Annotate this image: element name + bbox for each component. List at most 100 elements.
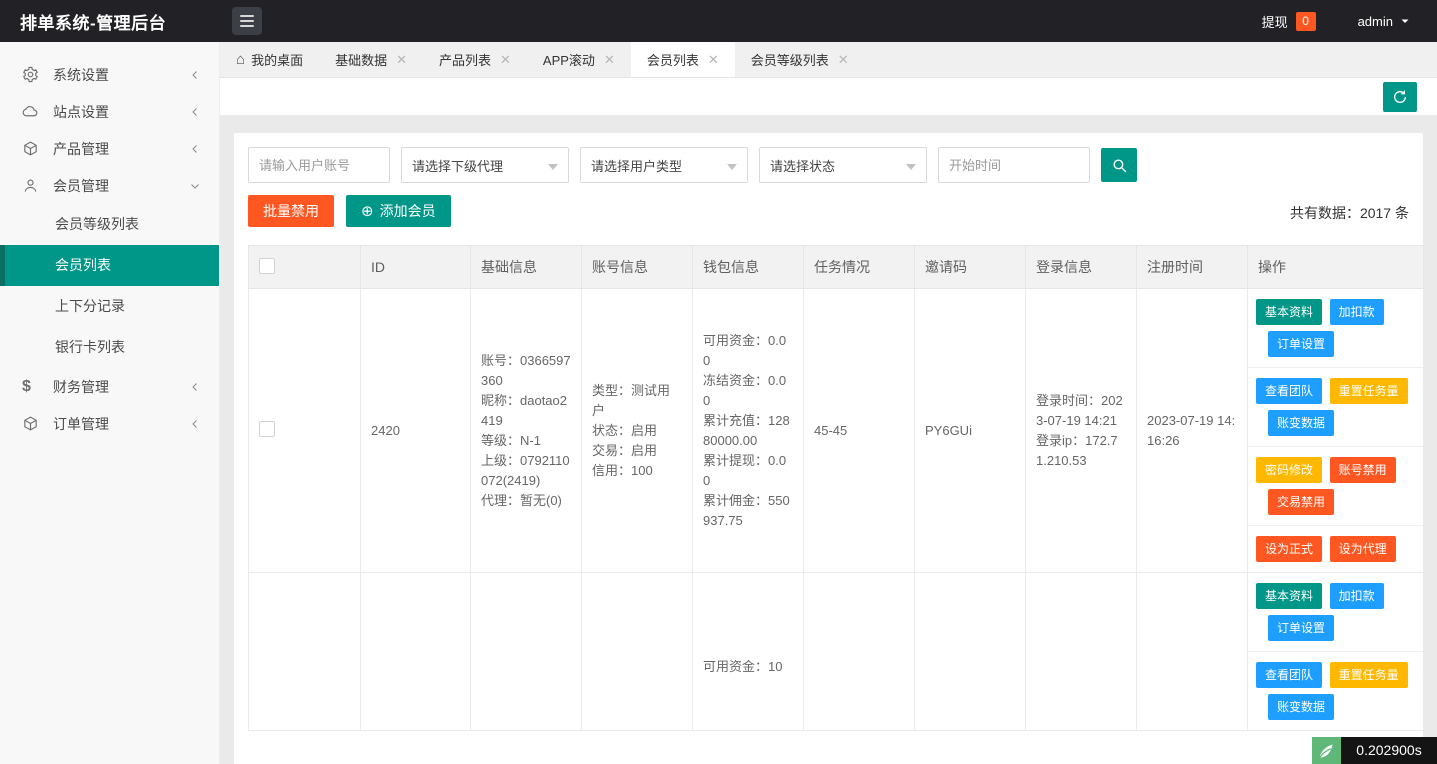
sidebar-item-member-management[interactable]: 会员管理 xyxy=(0,167,219,204)
withdraw-menu[interactable]: 提现 0 xyxy=(1262,11,1316,31)
tab-member-list[interactable]: 会员列表 ✕ xyxy=(630,42,735,77)
caret-down-icon xyxy=(727,164,737,170)
select-all-checkbox[interactable] xyxy=(259,257,275,274)
chevron-left-icon xyxy=(189,143,201,155)
reset-task-button[interactable]: 重置任务量 xyxy=(1329,662,1408,688)
close-icon[interactable]: ✕ xyxy=(838,52,849,68)
table-row: 可用资金：10 基本资料 加扣款 订单设置 查看团队 重置任务量 账变数据 xyxy=(248,572,1424,731)
sidebar-subitem-bank-cards[interactable]: 银行卡列表 xyxy=(0,327,219,368)
close-icon[interactable]: ✕ xyxy=(500,52,511,68)
op-group-profile: 基本资料 加扣款 订单设置 xyxy=(1248,289,1423,368)
cell-register-time xyxy=(1136,572,1248,731)
view-team-button[interactable]: 查看团队 xyxy=(1256,378,1323,404)
sidebar-item-site-settings[interactable]: 站点设置 xyxy=(0,93,219,130)
sidebar-item-label: 站点设置 xyxy=(53,103,109,120)
sidebar-item-system-settings[interactable]: 系统设置 xyxy=(0,56,219,93)
basic-profile-button[interactable]: 基本资料 xyxy=(1256,583,1323,609)
start-time-input[interactable] xyxy=(938,147,1090,183)
filter-bar: 请选择下级代理 请选择用户类型 请选择状态 xyxy=(248,141,1409,183)
disable-account-button[interactable]: 账号禁用 xyxy=(1329,457,1396,483)
cell-register-time: 2023-07-19 14:16:26 xyxy=(1136,288,1248,573)
col-register-time: 注册时间 xyxy=(1136,245,1248,289)
user-menu[interactable]: admin xyxy=(1358,14,1411,29)
adjust-funds-button[interactable]: 加扣款 xyxy=(1329,299,1384,325)
cell-operations: 基本资料 加扣款 订单设置 查看团队 重置任务量 账变数据 xyxy=(1247,288,1424,573)
cell-task: 45-45 xyxy=(803,288,915,573)
change-password-button[interactable]: 密码修改 xyxy=(1256,457,1323,483)
table-header-row: ID 基础信息 账号信息 钱包信息 任务情况 邀请码 登录信息 注册时间 操作 xyxy=(248,245,1424,289)
gear-icon xyxy=(22,66,39,83)
withdraw-badge: 0 xyxy=(1295,11,1316,31)
agent-select[interactable]: 请选择下级代理 xyxy=(401,147,569,183)
tab-desktop[interactable]: ⌂ 我的桌面 xyxy=(220,42,319,77)
col-login-info: 登录信息 xyxy=(1025,245,1137,289)
close-icon[interactable]: ✕ xyxy=(396,52,407,68)
adjust-funds-button[interactable]: 加扣款 xyxy=(1329,583,1384,609)
chevron-left-icon xyxy=(189,106,201,118)
disable-trade-button[interactable]: 交易禁用 xyxy=(1268,489,1335,515)
reset-task-button[interactable]: 重置任务量 xyxy=(1329,378,1408,404)
tab-bar: ⌂ 我的桌面 基础数据 ✕ 产品列表 ✕ APP滚动 ✕ 会员列表 ✕ 会员等级… xyxy=(220,42,1437,78)
add-member-button[interactable]: ⊕ 添加会员 xyxy=(346,195,451,227)
workspace: 请选择下级代理 请选择用户类型 请选择状态 xyxy=(220,115,1437,764)
refresh-icon xyxy=(1394,90,1406,103)
chevron-left-icon xyxy=(189,381,201,393)
sidebar-item-product-management[interactable]: 产品管理 xyxy=(0,130,219,167)
caret-down-icon xyxy=(1399,15,1411,27)
top-bar: 排单系统-管理后台 提现 0 admin xyxy=(0,0,1437,42)
batch-disable-button[interactable]: 批量禁用 xyxy=(248,195,334,227)
account-change-data-button[interactable]: 账变数据 xyxy=(1268,694,1335,720)
sidebar-subitem-member-levels[interactable]: 会员等级列表 xyxy=(0,204,219,245)
app-title: 排单系统-管理后台 xyxy=(20,13,167,33)
menu-toggle-button[interactable] xyxy=(232,7,262,35)
table-row: 2420 账号：0366597360 昵称：daotao2419 等级：N-1 … xyxy=(248,288,1424,573)
op-group-profile: 基本资料 加扣款 订单设置 xyxy=(1248,573,1423,652)
order-settings-button[interactable]: 订单设置 xyxy=(1268,331,1335,357)
refresh-button[interactable] xyxy=(1383,82,1417,112)
cell-login-info xyxy=(1025,572,1137,731)
set-agent-button[interactable]: 设为代理 xyxy=(1329,536,1396,562)
tab-app-scroll[interactable]: APP滚动 ✕ xyxy=(527,42,631,77)
chevron-left-icon xyxy=(189,69,201,81)
order-settings-button[interactable]: 订单设置 xyxy=(1268,615,1335,641)
account-input[interactable] xyxy=(248,147,390,183)
box-icon xyxy=(22,415,39,432)
close-icon[interactable]: ✕ xyxy=(604,52,615,68)
close-icon[interactable]: ✕ xyxy=(708,52,719,68)
main-area: ⌂ 我的桌面 基础数据 ✕ 产品列表 ✕ APP滚动 ✕ 会员列表 ✕ 会员等级… xyxy=(220,42,1437,764)
cell-id xyxy=(360,572,471,731)
cell-id: 2420 xyxy=(360,288,471,573)
col-id: ID xyxy=(360,245,471,289)
sidebar-subitem-score-records[interactable]: 上下分记录 xyxy=(0,286,219,327)
tab-product-list[interactable]: 产品列表 ✕ xyxy=(423,42,527,77)
sidebar-subitem-member-list[interactable]: 会员列表 xyxy=(0,245,219,286)
cell-task xyxy=(803,572,915,731)
cell-account-info: 类型：测试用户 状态：启用 交易：启用 信用：100 xyxy=(581,288,693,573)
sidebar-item-label: 订单管理 xyxy=(53,415,109,432)
cell-wallet-info: 可用资金：0.00 冻结资金：0.00 累计充值：12880000.00 累计提… xyxy=(692,288,804,573)
row-checkbox[interactable] xyxy=(259,421,275,437)
chevron-down-icon xyxy=(189,180,201,192)
user-type-select[interactable]: 请选择用户类型 xyxy=(580,147,748,183)
sidebar-item-finance-management[interactable]: $ 财务管理 xyxy=(0,368,219,405)
view-team-button[interactable]: 查看团队 xyxy=(1256,662,1323,688)
account-change-data-button[interactable]: 账变数据 xyxy=(1268,410,1335,436)
tab-basic-data[interactable]: 基础数据 ✕ xyxy=(319,42,423,77)
op-group-role: 设为正式 设为代理 xyxy=(1248,526,1423,572)
search-button[interactable] xyxy=(1101,148,1137,182)
sidebar-item-label: 产品管理 xyxy=(53,140,109,157)
cell-operations: 基本资料 加扣款 订单设置 查看团队 重置任务量 账变数据 xyxy=(1247,572,1424,731)
sidebar-item-order-management[interactable]: 订单管理 xyxy=(0,405,219,442)
status-select[interactable]: 请选择状态 xyxy=(759,147,927,183)
col-operations: 操作 xyxy=(1247,245,1424,289)
debug-trace-widget[interactable]: 0.202900s xyxy=(1312,737,1437,764)
user-name: admin xyxy=(1357,13,1393,29)
caret-down-icon xyxy=(548,164,558,170)
basic-profile-button[interactable]: 基本资料 xyxy=(1256,299,1323,325)
page-toolbar-strip xyxy=(220,78,1437,115)
tab-member-levels[interactable]: 会员等级列表 ✕ xyxy=(735,42,865,77)
sidebar: 系统设置 站点设置 产品管理 会员管理 会员等级列表 会员列表 上下分记录 银行… xyxy=(0,42,220,764)
set-formal-button[interactable]: 设为正式 xyxy=(1256,536,1323,562)
trace-time-text: 0.202900s xyxy=(1341,737,1437,764)
cell-wallet-info: 可用资金：10 xyxy=(692,572,804,731)
